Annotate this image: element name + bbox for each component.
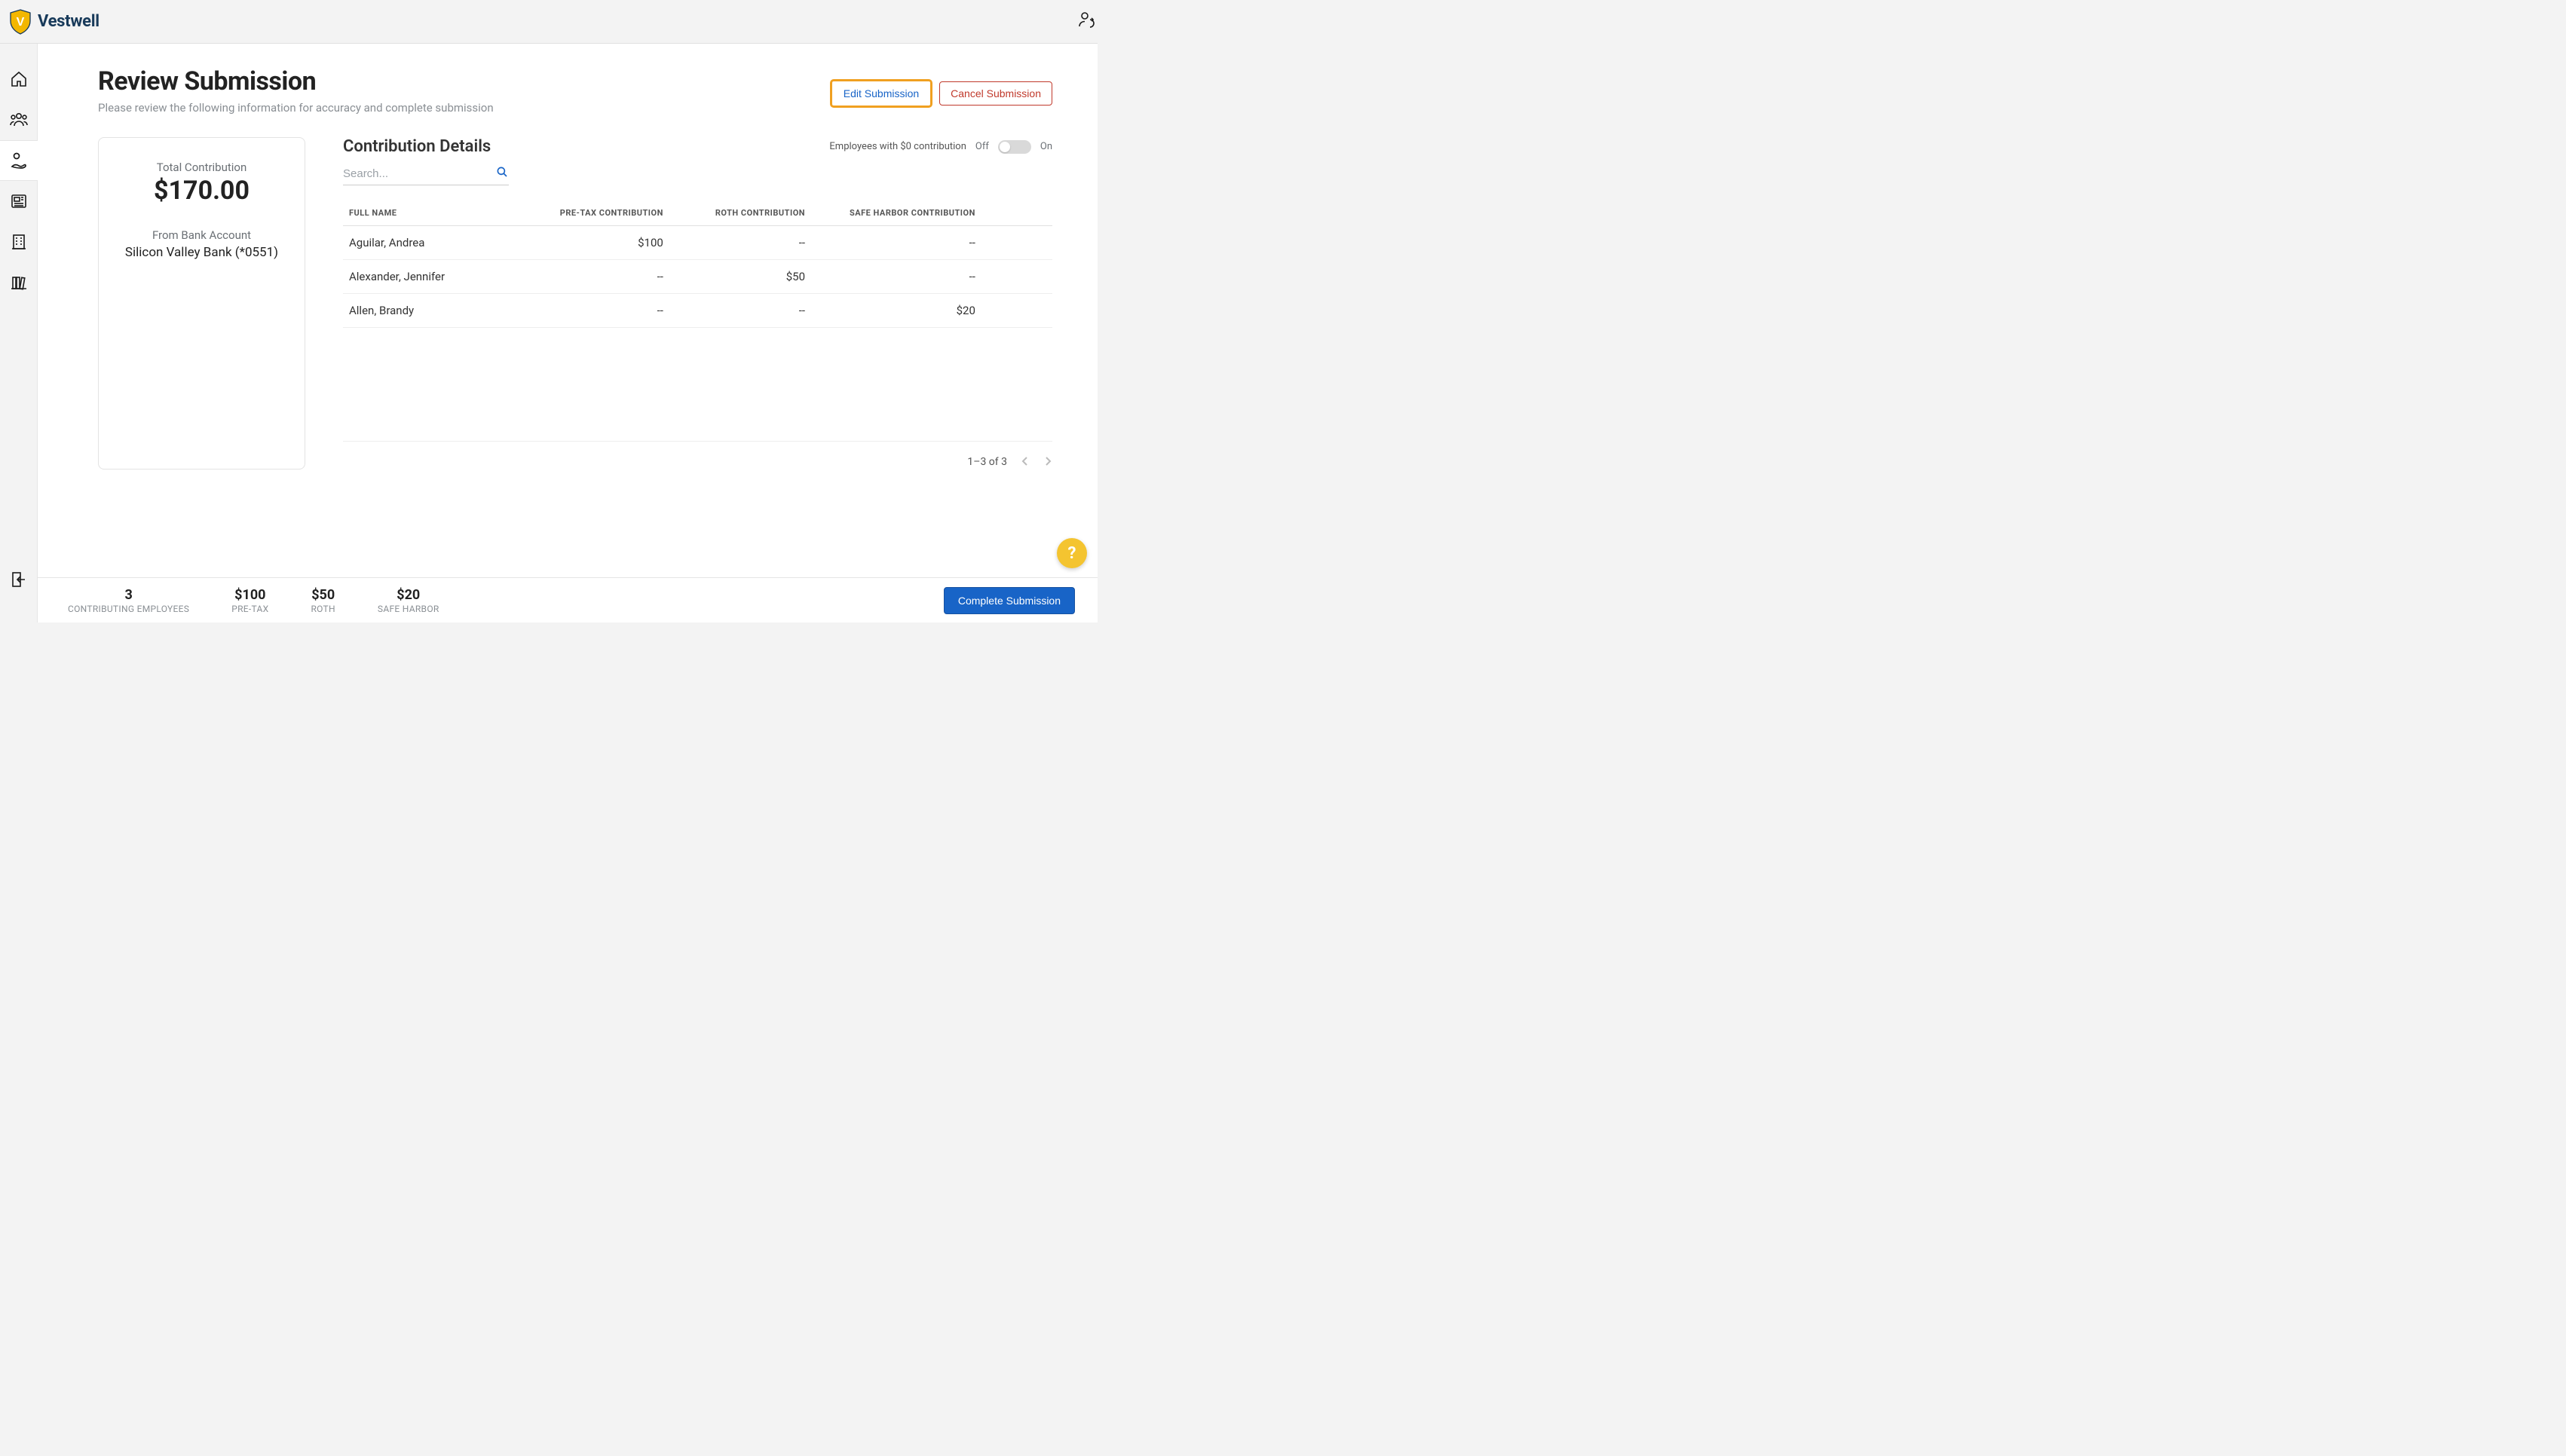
pagination-range: 1–3 of 3 [967,456,1007,468]
stat-safeharbor: $20 SAFE HARBOR [378,587,439,614]
complete-submission-button[interactable]: Complete Submission [944,587,1075,614]
sidebar-item-company[interactable] [0,222,38,262]
table-row: Alexander, Jennifer -- $50 -- [343,260,1052,294]
cell-safeharbor: -- [811,226,981,260]
contribution-details: Contribution Details Employees with $0 c… [343,137,1052,470]
main-content: Review Submission Please review the foll… [38,44,1098,577]
home-icon [10,70,28,88]
brand-logo[interactable]: V Vestwell [9,9,100,35]
total-contribution-label: Total Contribution [114,161,289,174]
help-icon: ? [1068,544,1076,563]
page-header: Review Submission Please review the foll… [98,66,1052,115]
cell-safeharbor: $20 [811,294,981,328]
col-safeharbor: SAFE HARBOR CONTRIBUTION [811,200,981,226]
stat-pretax: $100 PRE-TAX [231,587,268,614]
page-subtitle: Please review the following information … [98,101,494,115]
building-icon [10,233,28,251]
sidebar [0,44,38,622]
total-contribution-amount: $170.00 [114,176,289,206]
cell-name: Allen, Brandy [343,294,520,328]
bank-account-name: Silicon Valley Bank (*0551) [114,245,289,260]
sidebar-item-home[interactable] [0,59,38,99]
newspaper-icon [10,192,28,210]
books-icon [10,274,28,292]
col-pretax: PRE-TAX CONTRIBUTION [520,200,669,226]
cell-pretax: -- [520,260,669,294]
pagination-prev[interactable] [1021,454,1030,470]
col-roth: ROTH CONTRIBUTION [669,200,811,226]
search-input[interactable] [343,167,495,180]
summary-card: Total Contribution $170.00 From Bank Acc… [98,137,305,470]
cell-roth: $50 [669,260,811,294]
stat-contributing-employees: 3 CONTRIBUTING EMPLOYEES [68,587,189,614]
user-switch-icon[interactable] [1076,10,1098,34]
bottom-bar: 3 CONTRIBUTING EMPLOYEES $100 PRE-TAX $5… [38,577,1098,622]
logout-icon [10,570,28,589]
table-row: Allen, Brandy -- -- $20 [343,294,1052,328]
sidebar-item-logout[interactable] [0,559,38,600]
cell-roth: -- [669,226,811,260]
brand-name: Vestwell [38,12,100,31]
toggle-on-label: On [1040,141,1052,152]
cell-pretax: $100 [520,226,669,260]
header-actions: Edit Submission Cancel Submission [832,81,1052,106]
sidebar-item-news[interactable] [0,181,38,222]
cell-pretax: -- [520,294,669,328]
sidebar-item-people[interactable] [0,99,38,140]
people-icon [9,111,29,129]
top-header: V Vestwell [0,0,1098,44]
bank-account-label: From Bank Account [114,228,289,242]
hand-coin-icon [10,151,28,170]
cell-name: Aguilar, Andrea [343,226,520,260]
search-row [343,165,509,185]
details-title: Contribution Details [343,137,491,156]
cell-name: Alexander, Jennifer [343,260,520,294]
chevron-left-icon [1021,457,1030,466]
help-button[interactable]: ? [1057,538,1087,568]
svg-text:V: V [17,16,25,29]
zero-contribution-toggle-label: Employees with $0 contribution [829,141,966,152]
sidebar-item-library[interactable] [0,262,38,303]
sidebar-item-contributions[interactable] [0,140,38,181]
zero-contribution-toggle[interactable] [998,140,1031,154]
stat-roth: $50 ROTH [311,587,335,614]
cancel-submission-button[interactable]: Cancel Submission [939,81,1052,106]
edit-submission-button[interactable]: Edit Submission [832,81,930,106]
cell-roth: -- [669,294,811,328]
page-title: Review Submission [98,66,494,96]
search-icon[interactable] [495,165,509,182]
zero-contribution-toggle-row: Employees with $0 contribution Off On [829,140,1052,154]
cell-safeharbor: -- [811,260,981,294]
contribution-table: FULL NAME PRE-TAX CONTRIBUTION ROTH CONT… [343,200,1052,328]
shield-icon: V [9,9,32,35]
table-row: Aguilar, Andrea $100 -- -- [343,226,1052,260]
col-full-name: FULL NAME [343,200,520,226]
pagination-next[interactable] [1043,454,1052,470]
pagination: 1–3 of 3 [343,441,1052,470]
chevron-right-icon [1043,457,1052,466]
toggle-off-label: Off [975,141,989,152]
